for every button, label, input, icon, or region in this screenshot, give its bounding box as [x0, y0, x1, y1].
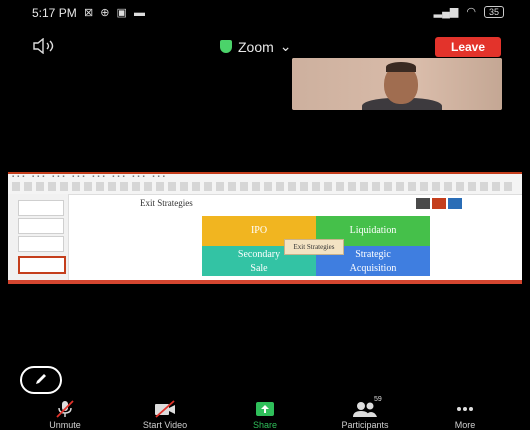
share-icon [222, 400, 308, 418]
shield-icon [220, 40, 232, 53]
signal-icon: ▂▄▆ [433, 6, 459, 18]
presentation-statusbar [8, 280, 522, 284]
start-video-label: Start Video [142, 420, 188, 430]
logo-icon [448, 198, 462, 209]
status-time: 5:17 PM [32, 6, 77, 20]
slide-thumbnail [18, 236, 64, 252]
pen-icon [36, 374, 46, 384]
participants-count: 59 [374, 396, 382, 403]
participant-hair [386, 62, 416, 72]
slide-thumbnail-active [18, 256, 66, 274]
shared-screen[interactable]: ▪▪▪ ▪▪▪ ▪▪▪ ▪▪▪ ▪▪▪ ▪▪▪ ▪▪▪ ▪▪▪ Exit Str… [8, 172, 522, 284]
participants-label: Participants [341, 420, 389, 430]
battery-icon: 35 [483, 5, 504, 18]
slide-canvas: Exit Strategies IPO Liquidation Secondar… [78, 196, 516, 282]
unmute-button[interactable]: Unmute [22, 400, 108, 430]
video-off-icon [122, 400, 208, 418]
participants-icon: 59 [322, 396, 408, 418]
leave-button[interactable]: Leave [435, 37, 501, 57]
logo-icon [416, 198, 430, 209]
participants-button[interactable]: 59 Participants [322, 396, 408, 430]
unmute-label: Unmute [49, 420, 81, 430]
share-label: Share [252, 420, 278, 430]
meeting-title: Zoom [238, 38, 274, 55]
ribbon-tools [12, 182, 512, 191]
wifi-icon: ◠ [466, 6, 476, 18]
meeting-title-dropdown[interactable]: Zoom ⌄ [220, 38, 292, 55]
slide-title: Exit Strategies [140, 198, 193, 208]
speaker-icon[interactable] [32, 37, 56, 58]
presentation-ribbon: ▪▪▪ ▪▪▪ ▪▪▪ ▪▪▪ ▪▪▪ ▪▪▪ ▪▪▪ ▪▪▪ [8, 172, 522, 195]
meeting-toolbar: Unmute Start Video Share 59 Participants… [0, 396, 530, 430]
start-video-button[interactable]: Start Video [122, 400, 208, 430]
ribbon-tabs: ▪▪▪ ▪▪▪ ▪▪▪ ▪▪▪ ▪▪▪ ▪▪▪ ▪▪▪ ▪▪▪ [12, 174, 168, 180]
slide-thumbnail [18, 218, 64, 234]
quadrant-label-line: Sale [250, 263, 268, 274]
status-right: ▂▄▆ ◠ 35 [434, 5, 504, 18]
center-label: Exit Strategies [284, 239, 344, 255]
annotate-button[interactable] [20, 366, 62, 394]
mic-muted-icon [22, 400, 108, 418]
chevron-down-icon: ⌄ [279, 38, 292, 54]
logo-icon [432, 198, 446, 209]
status-bar: 5:17 PM ⊠ ⊕ ▣ ▬ ▂▄▆ ◠ 35 [0, 0, 530, 26]
more-icon [422, 400, 508, 418]
slide-thumbnail [18, 200, 64, 216]
more-label: More [454, 420, 476, 430]
notification-icons: ⊠ ⊕ ▣ ▬ [84, 7, 147, 19]
quadrant-label-line: Acquisition [349, 263, 397, 274]
slide-logos [416, 196, 468, 209]
more-button[interactable]: More [422, 400, 508, 430]
slide-thumbnails [8, 194, 69, 282]
self-video-tile[interactable] [292, 58, 502, 110]
share-button[interactable]: Share [222, 400, 308, 430]
